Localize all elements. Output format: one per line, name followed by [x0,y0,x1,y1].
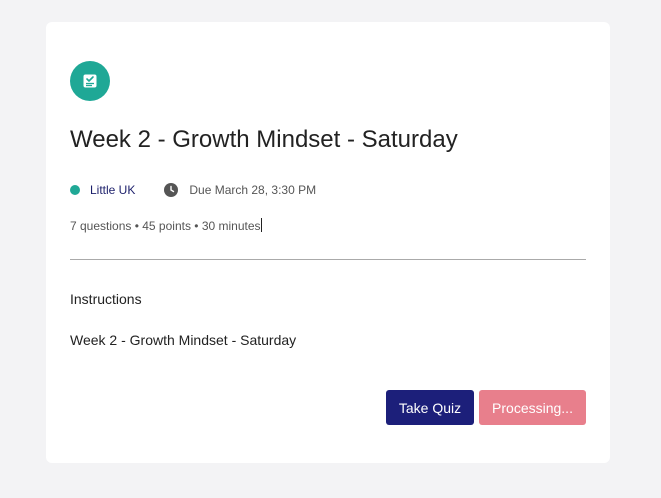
instructions-body: Week 2 - Growth Mindset - Saturday [70,332,297,348]
due-date: Due March 28, 3:30 PM [189,183,317,197]
quiz-stats: 7 questions • 45 points • 30 minutes [70,218,262,233]
divider [70,259,586,260]
quiz-stats-text: 7 questions • 45 points • 30 minutes [70,219,261,233]
quiz-checklist-icon [70,61,110,101]
text-cursor [260,218,262,232]
page-title: Week 2 - Growth Mindset - Saturday [70,126,458,153]
quiz-card: Week 2 - Growth Mindset - Saturday Littl… [46,22,610,463]
instructions-heading: Instructions [70,291,142,307]
quiz-meta: Little UK Due March 28, 3:30 PM [70,182,316,198]
clock-icon [164,183,179,197]
class-color-dot [70,185,80,195]
class-name: Little UK [90,183,136,197]
take-quiz-button[interactable]: Take Quiz [386,390,474,425]
processing-button[interactable]: Processing... [479,390,586,425]
